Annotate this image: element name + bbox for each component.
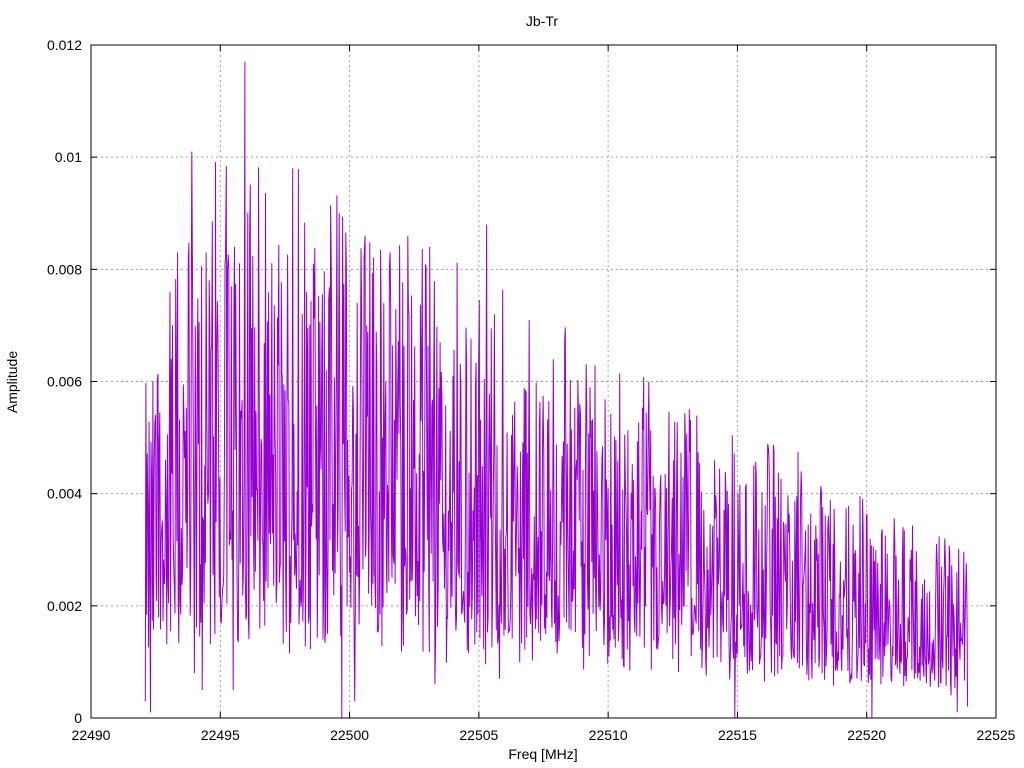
y-tick-label: 0.004 <box>47 486 82 502</box>
x-tick-label: 22490 <box>72 727 111 743</box>
spectrum-chart: 22490 22495 22500 22505 22510 22515 22520 22525… <box>4 13 1016 762</box>
amplitude-series-line <box>144 61 969 719</box>
y-tick-label: 0 <box>74 710 82 726</box>
x-tick-labels: 22490 22495 22500 22505 22510 22515 22520 22525 <box>72 727 1016 743</box>
x-tick-label: 22520 <box>847 727 886 743</box>
x-tick-label: 22505 <box>459 727 498 743</box>
y-tick-label: 0.012 <box>47 37 82 53</box>
y-tick-label: 0.008 <box>47 261 82 277</box>
chart-title: Jb-Tr <box>526 13 558 29</box>
y-tick-label: 0.006 <box>47 374 82 390</box>
x-tick-label: 22510 <box>589 727 628 743</box>
x-tick-label: 22495 <box>201 727 240 743</box>
x-tick-label: 22500 <box>330 727 369 743</box>
x-tick-label: 22525 <box>977 727 1016 743</box>
y-tick-labels: 0 0.002 0.004 0.006 0.008 0.01 0.012 <box>47 37 82 726</box>
y-tick-label: 0.002 <box>47 598 82 614</box>
y-axis-label: Amplitude <box>4 351 20 413</box>
x-tick-label: 22515 <box>718 727 757 743</box>
series-layer <box>144 61 969 719</box>
x-axis-label: Freq [MHz] <box>508 746 577 762</box>
y-tick-label: 0.01 <box>55 149 82 165</box>
